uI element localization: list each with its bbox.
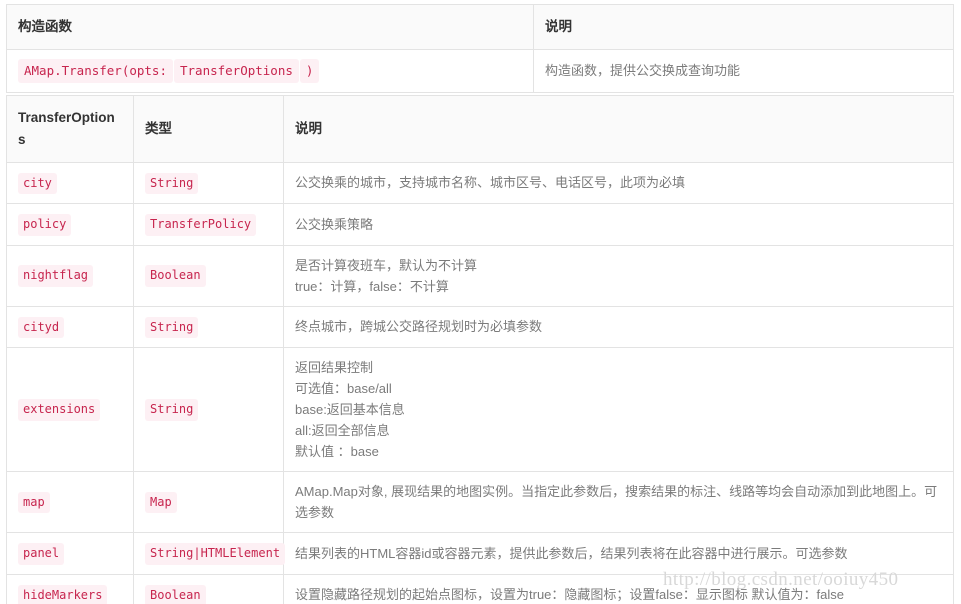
table-row: policy TransferPolicy 公交换乘策略 [6,203,954,246]
documentation-page: 构造函数 说明 AMap.Transfer(opts: TransferOptio… [0,0,961,604]
constructor-header-description: 说明 [533,4,954,50]
option-type-cell: Boolean [133,573,284,604]
option-name-cell: city [6,161,134,205]
option-description-cell: 终点城市，跨城公交路径规划时为必填参数 [283,305,954,348]
constructor-table: 构造函数 说明 AMap.Transfer(opts: TransferOptio… [6,4,954,93]
code-chip-option-name: hideMarkers [18,584,108,604]
constructor-table-head: 构造函数 说明 [6,4,954,50]
code-chip-option-type: Boolean [145,265,206,287]
table-header-row: TransferOptions 类型 说明 [6,95,954,163]
option-type-cell: Map [133,471,284,534]
code-chip-option-type: String [145,172,199,195]
table-row: city String 公交换乘的城市，支持城市名称、城市区号、电话区号，此项为… [6,161,954,205]
option-name-cell: extensions [6,346,134,473]
option-description-cell: 公交换乘的城市，支持城市名称、城市区号、电话区号，此项为必填 [283,161,954,205]
option-type-cell: TransferPolicy [133,203,284,246]
options-table-body: city String 公交换乘的城市，支持城市名称、城市区号、电话区号，此项为… [6,161,954,604]
table-row: map Map AMap.Map对象, 展现结果的地图实例。当指定此参数后，搜索… [6,471,954,534]
options-table-head: TransferOptions 类型 说明 [6,95,954,163]
code-chip-signature-prefix: AMap.Transfer(opts: [18,58,173,83]
code-chip-option-name: city [18,172,57,195]
table-row: extensions String 返回结果控制 可选值：base/all ba… [6,346,954,473]
options-header-name: TransferOptions [6,95,134,163]
code-chip-option-name: policy [18,214,72,236]
code-chip-option-type: String|HTMLElement [145,543,286,565]
option-description-cell: 是否计算夜班车，默认为不计算 true：计算，false：不计算 [283,244,954,307]
constructor-table-body: AMap.Transfer(opts: TransferOptions) 构造函数… [6,48,954,93]
option-description-cell: 返回结果控制 可选值：base/all base:返回基本信息 all:返回全部… [283,346,954,473]
option-name-cell: cityd [6,305,134,348]
code-chip-option-type: String [145,399,199,421]
option-type-cell: String [133,305,284,348]
option-description-cell: 设置隐藏路径规划的起始点图标，设置为true：隐藏图标；设置false：显示图标… [283,573,954,604]
code-chip-option-name: nightflag [18,265,94,287]
code-chip-option-name: cityd [18,316,65,338]
code-chip-option-name: panel [18,543,65,565]
code-chip-option-type[interactable]: Map [145,492,177,514]
table-row: AMap.Transfer(opts: TransferOptions) 构造函数… [6,48,954,93]
code-chip-option-name: map [18,492,50,514]
code-chip-option-type: Boolean [145,584,206,604]
option-type-cell: Boolean [133,244,284,307]
option-description-cell: 结果列表的HTML容器id或容器元素，提供此参数后，结果列表将在此容器中进行展示… [283,532,954,575]
options-header-description: 说明 [283,95,954,163]
constructor-signature-cell: AMap.Transfer(opts: TransferOptions) [6,48,534,93]
option-name-cell: hideMarkers [6,573,134,604]
constructor-description-cell: 构造函数，提供公交换成查询功能 [533,48,954,93]
code-chip-option-name: extensions [18,399,101,421]
transfer-options-table: TransferOptions 类型 说明 city String 公交换乘的城… [6,95,954,604]
constructor-signature: AMap.Transfer(opts: TransferOptions) [18,58,320,83]
code-chip-option-type: String [145,316,199,338]
option-name-cell: nightflag [6,244,134,307]
option-type-cell: String [133,161,284,205]
option-name-cell: panel [6,532,134,575]
option-name-cell: map [6,471,134,534]
option-type-cell: String [133,346,284,473]
code-chip-option-type[interactable]: TransferPolicy [145,214,257,236]
table-row: hideMarkers Boolean 设置隐藏路径规划的起始点图标，设置为tr… [6,573,954,604]
table-header-row: 构造函数 说明 [6,4,954,50]
option-type-cell: String|HTMLElement [133,532,286,575]
constructor-header-function: 构造函数 [6,4,534,50]
option-name-cell: policy [6,203,134,246]
option-description-cell: 公交换乘策略 [283,203,954,246]
options-header-type: 类型 [133,95,284,163]
code-chip-signature-suffix: ) [299,58,320,83]
option-description-cell: AMap.Map对象, 展现结果的地图实例。当指定此参数后，搜索结果的标注、线路… [283,471,954,534]
table-row: cityd String 终点城市，跨城公交路径规划时为必填参数 [6,305,954,348]
table-row: nightflag Boolean 是否计算夜班车，默认为不计算 true：计算… [6,244,954,307]
table-row: panel String|HTMLElement 结果列表的HTML容器id或容… [6,532,954,575]
code-chip-signature-type[interactable]: TransferOptions [174,58,299,83]
